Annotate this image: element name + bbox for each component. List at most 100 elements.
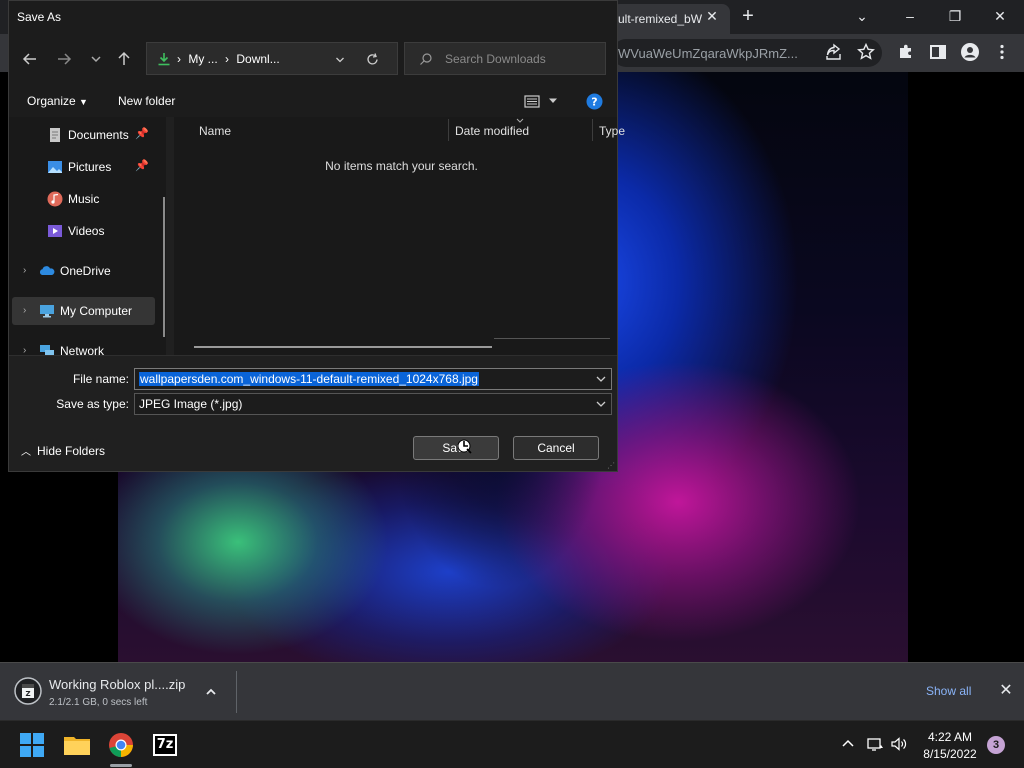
navigation-pane-scrollbar[interactable] [163,197,165,337]
active-app-indicator [110,764,132,767]
dialog-title: Save As [9,1,617,33]
column-separator[interactable] [592,119,593,141]
network-icon [40,345,54,355]
sidebar-item-label: My Computer [60,304,133,318]
dialog-nav-row: › My ... › Downl... Search Downloads [9,33,617,85]
sort-chevron-icon [516,118,524,123]
search-downloads-input[interactable]: Search Downloads [404,42,606,75]
zip-file-icon: Z [14,677,42,705]
minimize-icon[interactable]: – [900,6,920,26]
show-hidden-icons-chevron-icon[interactable] [839,735,857,753]
resize-grip-icon[interactable]: ⋰ [607,461,615,470]
recent-locations-chevron-icon[interactable] [85,48,107,70]
divider [494,338,610,339]
file-name-dropdown-chevron-icon[interactable] [595,373,607,385]
music-icon [47,191,63,207]
search-icon [420,53,432,65]
breadcrumb-chevron-icon: › [177,52,181,66]
sidebar-item-my-computer[interactable]: › My Computer [12,297,155,325]
column-header-name[interactable]: Name [199,117,231,145]
clock-time[interactable]: 4:22 AM [914,730,986,744]
svg-text:Z: Z [25,690,30,698]
tab-title: ult-remixed_bW [618,12,703,26]
sidebar-item-documents[interactable]: Documents 📌 [9,121,159,149]
clock-date[interactable]: 8/15/2022 [914,747,986,761]
pin-icon: 📌 [135,160,149,172]
sidebar-item-label: OneDrive [60,264,111,278]
save-as-type-label: Save as type: [56,397,129,411]
new-tab-icon[interactable]: + [738,6,758,26]
new-folder-button[interactable]: New folder [118,94,175,108]
chrome-menu-icon[interactable] [992,42,1012,62]
chrome-icon[interactable] [105,729,137,761]
cancel-button[interactable]: Cancel [513,436,599,460]
forward-arrow-icon[interactable] [53,48,75,70]
save-as-type-value: JPEG Image (*.jpg) [139,397,243,411]
sidebar-item-pictures[interactable]: Pictures 📌 [9,153,159,181]
up-arrow-icon[interactable] [113,48,135,70]
windows-start-icon[interactable] [16,729,48,761]
close-icon[interactable]: ✕ [998,683,1014,699]
network-status-icon[interactable] [866,735,884,753]
tab-search-icon[interactable]: ⌄ [852,6,872,26]
sidebar-item-videos[interactable]: Videos [9,217,159,245]
file-explorer-icon[interactable] [61,729,93,761]
side-panel-icon[interactable] [928,42,948,62]
horizontal-scrollbar[interactable] [194,346,492,348]
pictures-icon [48,161,62,173]
file-name-input[interactable]: wallpapersden.com_windows-11-default-rem… [134,368,612,390]
show-all-link[interactable]: Show all [926,684,971,698]
hide-folders-button[interactable]: ︿ Hide Folders [21,443,105,458]
empty-state-message: No items match your search. [325,159,478,173]
breadcrumb-item-my-computer[interactable]: My ... [188,52,217,66]
download-file-name[interactable]: Working Roblox pl....zip [49,677,185,692]
refresh-icon[interactable] [365,52,380,67]
address-text: WVuaWeUmZqaraWkpJRmZ... [618,46,798,61]
sidebar-item-onedrive[interactable]: › OneDrive [9,257,159,285]
column-header-type[interactable]: Type [599,117,625,145]
videos-icon [48,225,62,237]
window-close-icon[interactable]: ✕ [990,6,1010,26]
save-as-dialog: Save As › My ... › Downl... Search Downl… [8,0,625,472]
back-arrow-icon[interactable] [19,48,41,70]
7zip-icon[interactable]: 7z [149,729,181,761]
busy-cursor-icon [457,439,472,454]
file-name-label: File name: [72,372,129,386]
expand-chevron-icon[interactable]: › [23,345,33,355]
expand-chevron-icon[interactable]: › [23,265,33,277]
view-dropdown-chevron-icon[interactable] [548,97,558,105]
tab-close-icon[interactable]: ✕ [704,8,720,24]
address-dropdown-chevron-icon[interactable] [335,55,345,65]
chevron-up-icon: ︿ [21,447,31,458]
share-icon[interactable] [824,42,844,62]
onedrive-cloud-icon [39,266,55,275]
breadcrumb-chevron-icon: › [225,52,230,66]
save-type-dropdown-chevron-icon[interactable] [595,398,607,410]
profile-avatar-icon[interactable] [960,42,980,62]
chevron-up-icon[interactable] [204,685,218,699]
hide-folders-label: Hide Folders [37,444,106,458]
download-status: 2.1/2.1 GB, 0 secs left [49,697,148,708]
view-options-icon[interactable] [524,94,540,109]
dialog-bottom-panel: File name: wallpapersden.com_windows-11-… [9,355,617,471]
dialog-address-bar[interactable]: › My ... › Downl... [146,42,398,75]
breadcrumb-item-downloads[interactable]: Downl... [236,52,279,66]
bookmark-star-icon[interactable] [856,42,876,62]
volume-icon[interactable] [890,735,908,753]
column-separator[interactable] [448,119,449,141]
help-icon[interactable]: ? [586,93,603,110]
expand-chevron-icon[interactable]: › [23,305,33,317]
save-as-type-select[interactable]: JPEG Image (*.jpg) [134,393,612,415]
restore-icon[interactable]: ❐ [945,6,965,26]
sidebar-item-music[interactable]: Music [9,185,159,213]
extensions-puzzle-icon[interactable] [896,42,916,62]
7zip-label: 7z [156,737,174,752]
notification-count-badge[interactable]: 3 [987,736,1005,754]
pin-icon: 📌 [135,128,149,140]
sidebar-item-network[interactable]: › Network [9,337,159,355]
organize-button[interactable]: Organize ▼ [27,94,88,108]
dialog-navigation-pane: Documents 📌 Pictures 📌 Music Videos › On… [9,117,166,355]
sidebar-item-label: Documents [68,128,129,142]
sidebar-item-label: Pictures [68,160,112,174]
search-placeholder: Search Downloads [445,52,546,66]
